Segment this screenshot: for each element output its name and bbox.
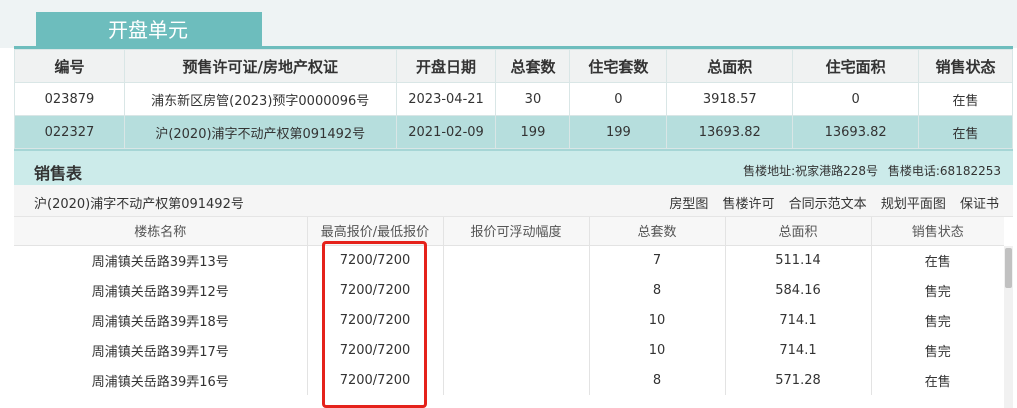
summary-row[interactable]: 022327 沪(2020)浦字不动产权第091492号 2021-02-09 …	[14, 115, 1013, 149]
summary-cell-id: 022327	[14, 115, 125, 149]
sales-table: 楼栋名称 最高报价/最低报价 报价可浮动幅度 总套数 总面积 销售状态 周浦镇关…	[14, 217, 1004, 395]
building-name[interactable]: 周浦镇关岳路39弄17号	[14, 335, 308, 365]
total-units: 7	[589, 245, 726, 275]
summary-cell-date: 2023-04-21	[395, 82, 497, 116]
table-row[interactable]: 周浦镇关岳路39弄13号 7200/7200 7 511.14 在售	[14, 245, 1004, 275]
total-units: 8	[589, 365, 726, 395]
total-units: 10	[589, 305, 726, 335]
address-value: 祝家港路228号	[795, 164, 879, 178]
sales-header-building: 楼栋名称	[14, 217, 308, 246]
summary-header-id: 编号	[14, 49, 125, 83]
table-row[interactable]: 周浦镇关岳路39弄12号 7200/7200 8 584.16 售完	[14, 275, 1004, 305]
vertical-scrollbar[interactable]	[1004, 246, 1013, 408]
total-area: 511.14	[725, 245, 872, 275]
summary-cell-date: 2021-02-09	[395, 115, 497, 149]
sales-header-status: 销售状态	[871, 217, 1004, 246]
summary-table: 编号 预售许可证/房地产权证 开盘日期 总套数 住宅套数 总面积 住宅面积 销售…	[14, 49, 1013, 149]
cert-bar: 沪(2020)浦字不动产权第091492号 房型图 售楼许可 合同示范文本 规划…	[14, 185, 1013, 217]
table-row[interactable]: 周浦镇关岳路39弄18号 7200/7200 10 714.1 售完	[14, 305, 1004, 335]
link-sales-permit[interactable]: 售楼许可	[723, 197, 775, 212]
building-name[interactable]: 周浦镇关岳路39弄16号	[14, 365, 308, 395]
summary-cell-total-units: 30	[495, 82, 571, 116]
link-contract-template[interactable]: 合同示范文本	[789, 197, 867, 212]
sales-header-total-units: 总套数	[589, 217, 726, 246]
total-area: 584.16	[725, 275, 872, 305]
summary-header-permit: 预售许可证/房地产权证	[123, 49, 397, 83]
cert-number: 沪(2020)浦字不动产权第091492号	[34, 197, 244, 212]
table-row[interactable]: 周浦镇关岳路39弄16号 7200/7200 8 571.28 在售	[14, 365, 1004, 395]
link-guarantee[interactable]: 保证书	[960, 197, 999, 212]
address-label: 售楼地址:	[743, 164, 796, 178]
summary-header-total-area: 总面积	[666, 49, 794, 83]
summary-cell-total-area: 3918.57	[666, 82, 794, 116]
sales-status: 售完	[924, 344, 951, 360]
phone-label: 售楼电话:	[887, 164, 940, 178]
price-float	[443, 245, 590, 275]
summary-cell-id: 023879	[14, 82, 125, 116]
sales-info: 售楼地址:祝家港路228号 售楼电话:68182253	[743, 162, 1001, 179]
summary-header-residential-area: 住宅面积	[792, 49, 920, 83]
sales-header-float: 报价可浮动幅度	[443, 217, 590, 246]
cert-links: 房型图 售楼许可 合同示范文本 规划平面图 保证书	[659, 193, 999, 212]
summary-cell-status: 在售	[918, 115, 1013, 149]
price-float	[443, 275, 590, 305]
summary-row[interactable]: 023879 浦东新区房管(2023)预字0000096号 2023-04-21…	[14, 82, 1013, 116]
total-units: 8	[589, 275, 726, 305]
summary-header-total-units: 总套数	[495, 49, 571, 83]
sales-status: 售完	[924, 284, 951, 300]
total-area: 571.28	[725, 365, 872, 395]
summary-cell-residential-area: 0	[792, 82, 920, 116]
summary-cell-permit[interactable]: 沪(2020)浦字不动产权第091492号	[123, 115, 397, 149]
price-highlight-box	[322, 241, 427, 408]
scrollbar-thumb[interactable]	[1005, 248, 1012, 288]
sales-header: 销售表 售楼地址:祝家港路228号 售楼电话:68182253	[14, 149, 1013, 185]
table-row[interactable]: 周浦镇关岳路39弄17号 7200/7200 10 714.1 售完	[14, 335, 1004, 365]
summary-cell-permit[interactable]: 浦东新区房管(2023)预字0000096号	[123, 82, 397, 116]
summary-cell-status: 在售	[918, 82, 1013, 116]
summary-header-residential-units: 住宅套数	[569, 49, 668, 83]
sales-title: 销售表	[34, 164, 83, 183]
sales-status: 售完	[924, 314, 951, 330]
summary-cell-residential-units: 0	[569, 82, 668, 116]
building-name[interactable]: 周浦镇关岳路39弄18号	[14, 305, 308, 335]
building-name[interactable]: 周浦镇关岳路39弄13号	[14, 245, 308, 275]
tab-strip: 开盘单元	[0, 0, 1017, 49]
link-site-plan[interactable]: 规划平面图	[881, 197, 946, 212]
total-area: 714.1	[725, 335, 872, 365]
price-float	[443, 305, 590, 335]
total-units: 10	[589, 335, 726, 365]
tab-open-units[interactable]: 开盘单元	[36, 12, 262, 48]
sales-status: 在售	[924, 254, 951, 270]
summary-cell-total-area: 13693.82	[666, 115, 794, 149]
summary-header-date: 开盘日期	[395, 49, 497, 83]
summary-cell-total-units: 199	[495, 115, 571, 149]
link-floor-plan[interactable]: 房型图	[669, 197, 708, 212]
price-float	[443, 335, 590, 365]
sales-status: 在售	[924, 374, 951, 390]
summary-header-status: 销售状态	[918, 49, 1013, 83]
price-float	[443, 365, 590, 395]
total-area: 714.1	[725, 305, 872, 335]
sales-header-total-area: 总面积	[725, 217, 872, 246]
building-name[interactable]: 周浦镇关岳路39弄12号	[14, 275, 308, 305]
summary-cell-residential-area: 13693.82	[792, 115, 920, 149]
summary-cell-residential-units: 199	[569, 115, 668, 149]
phone-value: 68182253	[939, 164, 1001, 178]
